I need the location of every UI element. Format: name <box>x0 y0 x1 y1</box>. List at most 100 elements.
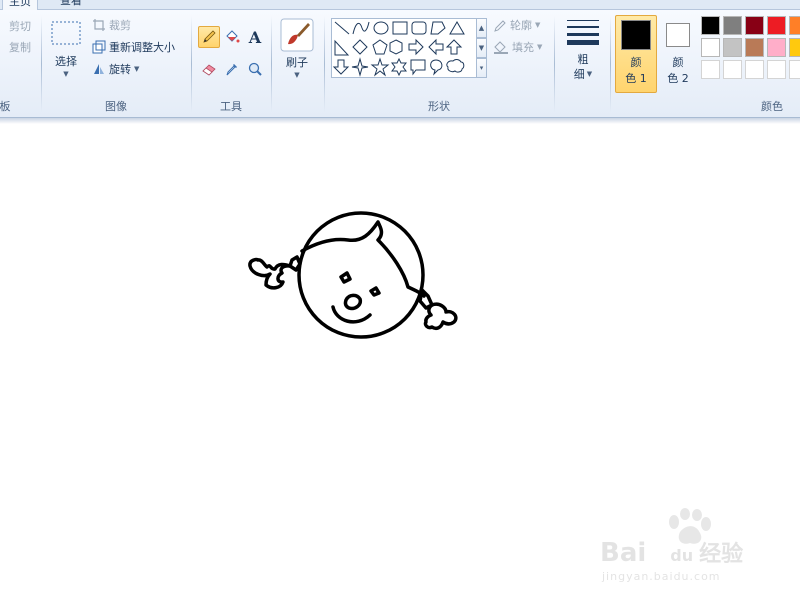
diamond-shape-icon <box>352 39 368 55</box>
paintbrush-icon <box>280 18 314 52</box>
clipboard-group-label: 板 <box>0 100 11 113</box>
size-label-line2-wrap: 细 ▼ <box>574 67 592 82</box>
magnifier-icon <box>248 62 262 76</box>
rotate-button[interactable]: 旋转 ▼ <box>92 59 139 79</box>
paint-bucket-icon <box>226 30 240 43</box>
fill-tool[interactable] <box>221 26 243 48</box>
size-label-line1: 粗 <box>577 53 589 66</box>
outline-pen-icon <box>494 20 506 32</box>
oval-shape-icon <box>373 21 389 35</box>
color-1-label-line1: 颜 <box>630 56 642 69</box>
rotate-dropdown-arrow-icon: ▼ <box>134 65 140 73</box>
select-button[interactable]: 选择 ▼ <box>48 20 84 78</box>
color-1-button[interactable]: 颜 色 1 <box>615 15 657 93</box>
fill-dropdown-arrow-icon: ▼ <box>537 43 543 51</box>
drawing-canvas[interactable]: Bai du 经验 jingyan.baidu.com <box>0 124 800 600</box>
fill-label: 填充 <box>512 41 534 54</box>
palette-color-swatch[interactable] <box>723 38 742 57</box>
palette-color-swatch[interactable] <box>723 16 742 35</box>
color-2-label-line1: 颜 <box>672 56 684 69</box>
color-2-swatch <box>666 23 690 47</box>
palette-color-swatch[interactable] <box>745 38 764 57</box>
right-arrow-shape-icon <box>408 38 424 56</box>
cut-button[interactable]: 剪切 <box>0 16 31 36</box>
left-hair-tie <box>288 255 302 272</box>
shapes-expand-button[interactable]: ▾ <box>476 58 487 78</box>
cut-label: 剪切 <box>9 20 31 33</box>
palette-color-swatch[interactable] <box>701 60 720 79</box>
left-arrow-shape-icon <box>428 38 444 56</box>
polygon-shape-icon <box>430 21 446 35</box>
scroll-down-icon: ▼ <box>478 44 485 52</box>
line-shape-icon <box>334 21 350 35</box>
palette-color-swatch[interactable] <box>767 60 786 79</box>
right-triangle-shape-icon <box>334 39 350 56</box>
hexagon-shape-icon <box>389 39 403 55</box>
select-rectangle-icon <box>51 21 81 45</box>
palette-color-swatch[interactable] <box>789 38 800 57</box>
right-pigtail <box>423 302 458 331</box>
palette-color-swatch[interactable] <box>767 16 786 35</box>
rounded-rectangle-shape-icon <box>411 21 427 35</box>
palette-color-swatch[interactable] <box>723 60 742 79</box>
crop-icon <box>93 19 105 31</box>
paint-window: 主页 查看 剪切 复制 板 选择 ▼ 裁剪 重新调整大小 旋转 ▼ 图像 A 工… <box>0 0 800 600</box>
up-arrow-shape-icon <box>445 39 463 55</box>
text-icon: A <box>248 27 262 47</box>
curve-shape-icon <box>352 21 370 35</box>
cloud-callout-shape-icon <box>446 58 465 73</box>
pencil-tool[interactable] <box>198 26 220 48</box>
rotate-icon <box>94 64 104 74</box>
right-eye <box>369 286 381 297</box>
tools-group-label: 工具 <box>220 100 242 113</box>
outline-label: 轮廓 <box>510 19 532 32</box>
shapes-scroll-up-button[interactable]: ▲ <box>476 18 487 38</box>
crop-label: 裁剪 <box>109 19 131 32</box>
palette-color-swatch[interactable] <box>767 38 786 57</box>
palette-color-swatch[interactable] <box>745 16 764 35</box>
scroll-up-icon: ▲ <box>478 24 485 32</box>
color-picker-tool[interactable] <box>221 58 243 80</box>
outline-button[interactable]: 轮廓 ▼ <box>493 15 540 35</box>
shapes-scroll-down-button[interactable]: ▼ <box>476 38 487 58</box>
palette-color-swatch[interactable] <box>789 60 800 79</box>
watermark-brand: Bai <box>600 538 647 568</box>
resize-button[interactable]: 重新调整大小 <box>92 37 175 57</box>
shapes-group: ▲ ▼ ▾ 轮廓 ▼ 填充 ▼ 形状 <box>325 10 553 118</box>
ribbon-tab-bar: 主页 查看 <box>0 0 800 10</box>
shapes-gallery-icons <box>332 21 465 77</box>
expand-gallery-icon: ▾ <box>479 64 484 72</box>
watermark-brand-wrap: Bai du 经验 <box>600 536 743 568</box>
eraser-tool[interactable] <box>198 58 220 80</box>
magnifier-tool[interactable] <box>244 58 266 80</box>
shapes-group-label: 形状 <box>428 100 450 113</box>
crop-button[interactable]: 裁剪 <box>92 15 131 35</box>
palette-color-swatch[interactable] <box>701 16 720 35</box>
tab-home[interactable]: 主页 <box>2 0 38 10</box>
pencil-icon <box>203 30 216 43</box>
text-tool[interactable]: A <box>244 26 266 48</box>
select-dropdown-arrow-icon: ▼ <box>63 70 69 78</box>
oval-callout-shape-icon <box>430 59 443 76</box>
rectangle-shape-icon <box>392 21 408 35</box>
clipboard-group: 剪切 复制 板 <box>0 10 40 118</box>
color-1-label-line2: 色 1 <box>625 72 647 85</box>
five-point-star-shape-icon <box>370 57 390 77</box>
palette-color-swatch[interactable] <box>745 60 764 79</box>
fill-button[interactable]: 填充 ▼ <box>493 37 542 57</box>
size-button[interactable]: 粗 细 ▼ <box>564 16 602 82</box>
tab-view[interactable]: 查看 <box>54 0 88 10</box>
palette-color-swatch[interactable] <box>701 38 720 57</box>
copy-button[interactable]: 复制 <box>0 37 31 57</box>
nose <box>343 293 363 311</box>
color-2-button[interactable]: 颜 色 2 <box>661 15 695 93</box>
pentagon-shape-icon <box>372 39 388 55</box>
palette-color-swatch[interactable] <box>789 16 800 35</box>
brushes-button[interactable]: 刷子 ▼ <box>278 18 316 79</box>
baidu-watermark: Bai du 经验 jingyan.baidu.com <box>600 506 770 586</box>
outline-dropdown-arrow-icon: ▼ <box>535 21 541 29</box>
rectangular-callout-shape-icon <box>410 59 426 76</box>
triangle-shape-icon <box>449 21 465 35</box>
colors-group: 颜 色 1 颜 色 2 颜色 <box>611 10 800 118</box>
down-arrow-shape-icon <box>332 59 350 75</box>
